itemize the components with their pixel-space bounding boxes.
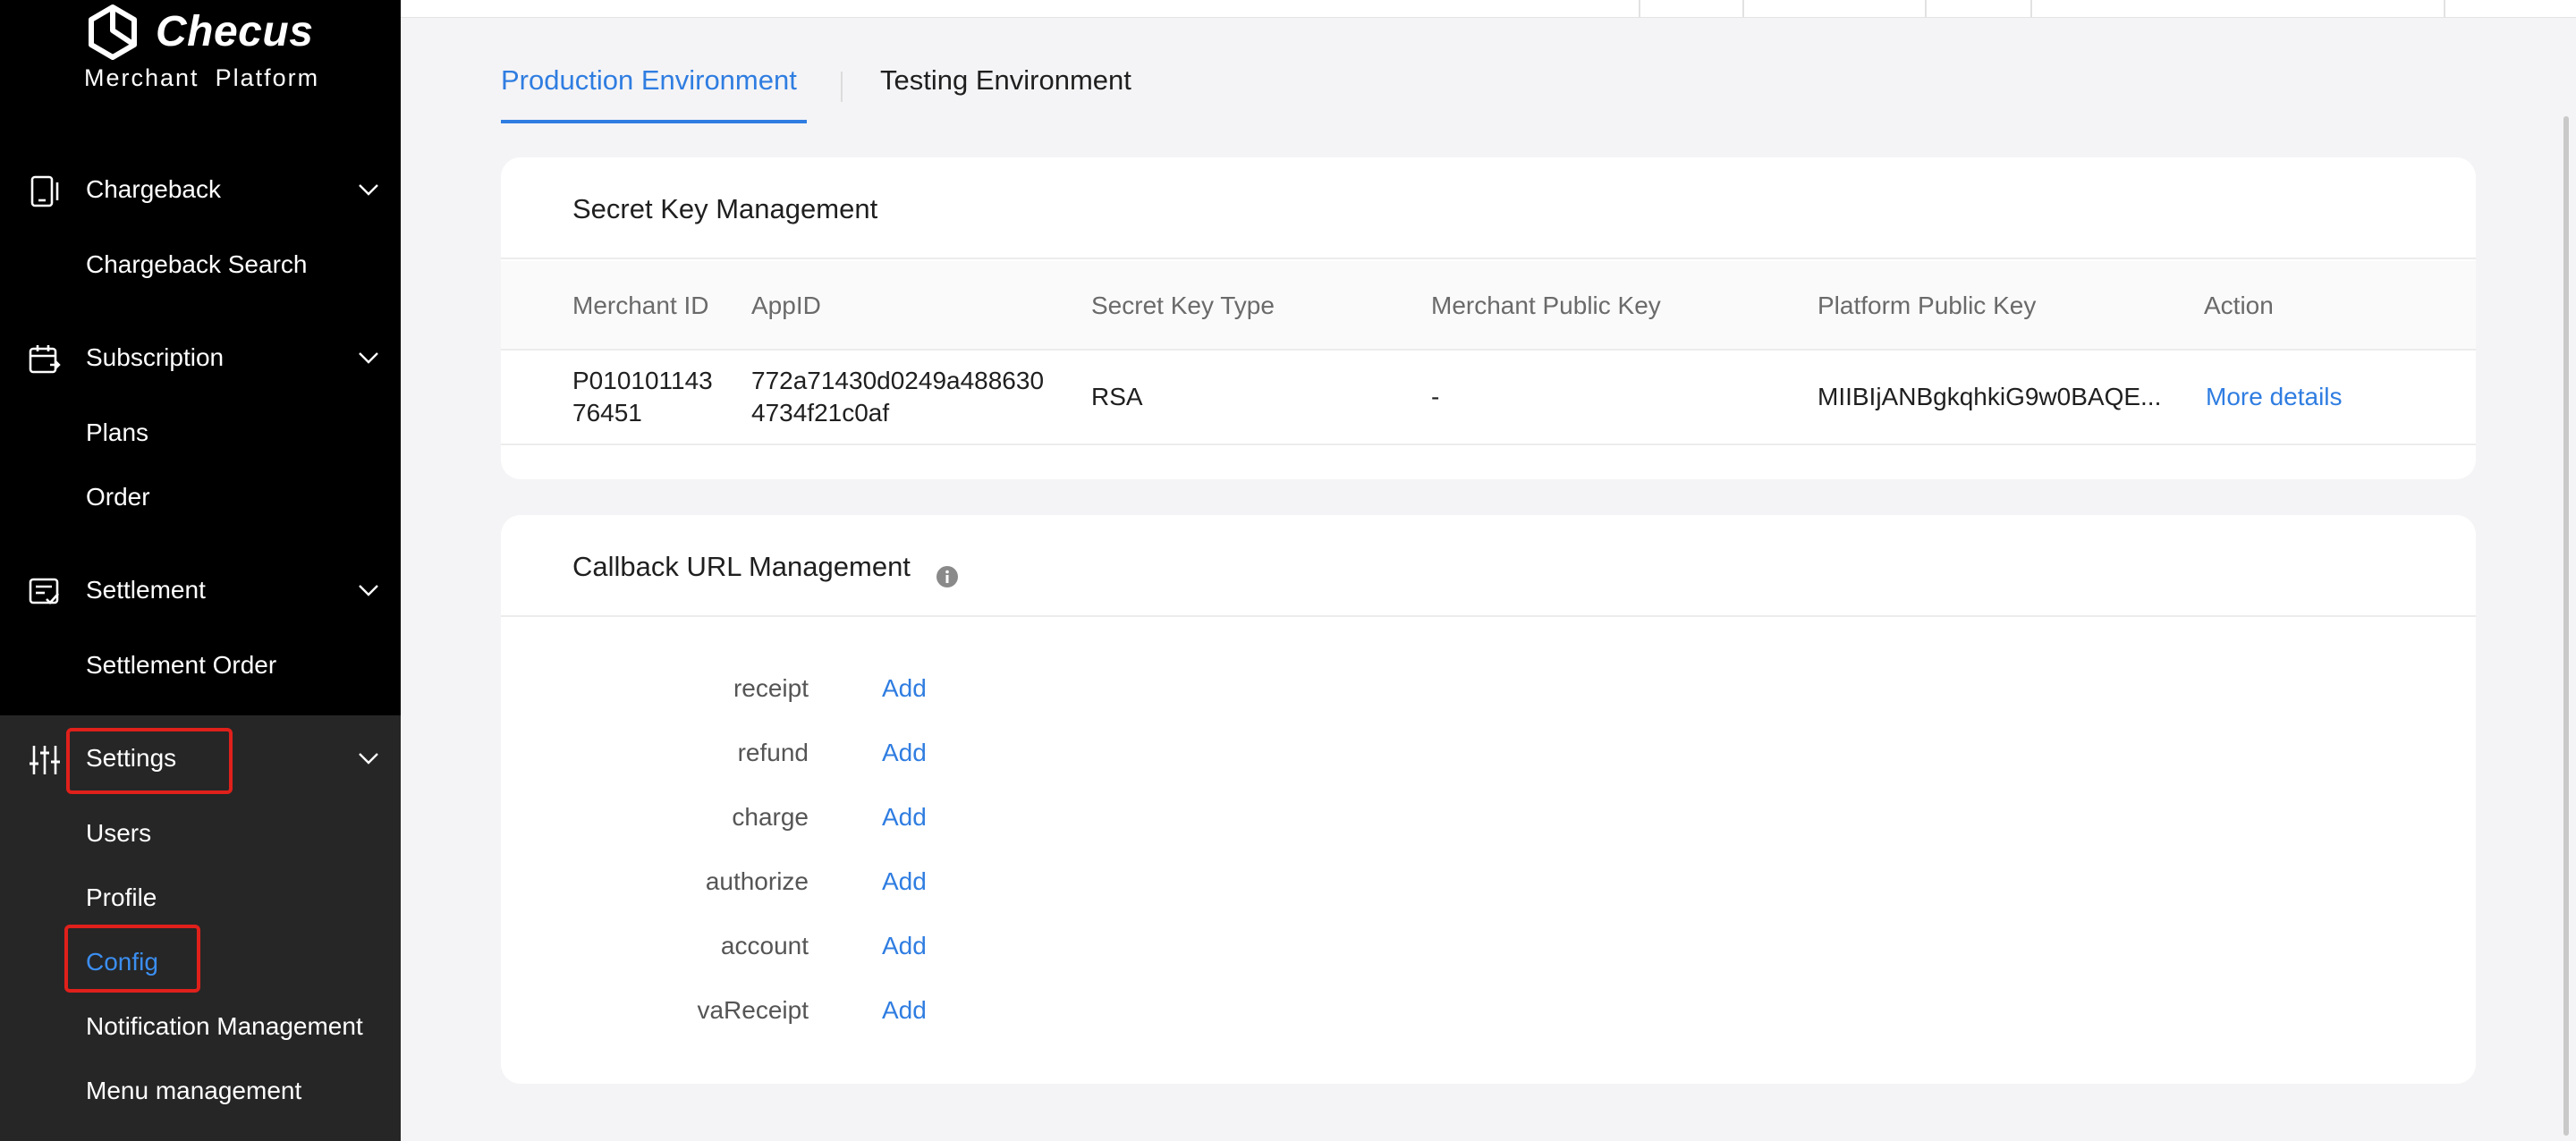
brand-name: Checus xyxy=(156,8,314,55)
callback-url-card: Callback URL Management receipt Add refu… xyxy=(501,515,2476,1084)
sidebar-item-notification-management[interactable]: Notification Management xyxy=(86,1012,363,1041)
secret-key-title: Secret Key Management xyxy=(572,193,878,224)
sidebar-group-subscription[interactable]: Subscription xyxy=(0,325,401,392)
info-icon[interactable] xyxy=(936,565,959,588)
column-header-platform-public-key: Platform Public Key xyxy=(1818,292,2037,319)
secret-key-table-header: Merchant ID AppID Secret Key Type Mercha… xyxy=(501,261,2476,351)
add-account-link[interactable]: Add xyxy=(882,932,927,960)
chevron-down-icon xyxy=(359,352,378,364)
topbar-divider xyxy=(1925,0,1927,18)
sidebar-item-profile[interactable]: Profile xyxy=(86,883,157,912)
add-vareceipt-link[interactable]: Add xyxy=(882,996,927,1025)
callback-label: receipt xyxy=(733,674,809,702)
add-authorize-link[interactable]: Add xyxy=(882,867,927,896)
sidebar-item-settlement-order[interactable]: Settlement Order xyxy=(86,651,276,680)
appid-cell: 772a71430d0249a488630 4734f21c0af xyxy=(751,365,1044,429)
callback-row-vareceipt: vaReceipt Add xyxy=(501,996,1038,1032)
merchant-id-cell: P010101143 76451 xyxy=(572,365,713,429)
sidebar-group-label: Settlement xyxy=(86,576,206,604)
table-row: P010101143 76451 772a71430d0249a488630 4… xyxy=(501,351,2476,445)
sidebar-item-plans[interactable]: Plans xyxy=(86,418,148,447)
column-header-appid: AppID xyxy=(751,292,821,319)
page-scrollbar[interactable] xyxy=(2563,116,2569,1136)
sidebar-item-chargeback-search[interactable]: Chargeback Search xyxy=(86,250,307,279)
callback-label: refund xyxy=(737,739,809,766)
callback-row-account: account Add xyxy=(501,932,1038,968)
brand-subtitle: Merchant Platform xyxy=(84,64,335,92)
platform-public-key-cell: MIIBIjANBgkqhkiG9w0BAQE... xyxy=(1818,383,2162,410)
active-tab-indicator xyxy=(501,120,807,123)
brand-subtitle-word-2: Platform xyxy=(215,64,320,91)
callback-row-charge: charge Add xyxy=(501,803,1038,839)
merchant-id-line-2: 76451 xyxy=(572,399,642,427)
sidebar: Checus Merchant Platform Chargeback Charg… xyxy=(0,0,401,1141)
appid-line-1: 772a71430d0249a488630 xyxy=(751,367,1045,394)
chevron-down-icon xyxy=(359,585,378,596)
add-refund-link[interactable]: Add xyxy=(882,739,927,767)
brand-subtitle-word-1: Merchant xyxy=(84,64,199,91)
sidebar-item-users[interactable]: Users xyxy=(86,819,151,848)
sidebar-group-settings[interactable]: Settings xyxy=(0,726,401,792)
merchant-id-line-1: P010101143 xyxy=(572,367,713,394)
column-header-merchant-id: Merchant ID xyxy=(572,292,709,319)
sidebar-group-label: Subscription xyxy=(86,343,225,371)
chevron-down-icon xyxy=(359,184,378,196)
callback-label: authorize xyxy=(705,867,809,895)
callback-row-authorize: authorize Add xyxy=(501,867,1038,903)
secret-key-card: Secret Key Management Merchant ID AppID … xyxy=(501,157,2476,479)
card-divider xyxy=(501,615,2476,617)
add-receipt-link[interactable]: Add xyxy=(882,674,927,703)
column-header-merchant-public-key: Merchant Public Key xyxy=(1431,292,1661,319)
brand-logo[interactable]: Checus Merchant Platform xyxy=(82,0,333,98)
tab-production-environment[interactable]: Production Environment xyxy=(501,64,797,97)
sidebar-group-chargeback[interactable]: Chargeback xyxy=(0,157,401,224)
add-charge-link[interactable]: Add xyxy=(882,803,927,832)
sidebar-group-settlement[interactable]: Settlement xyxy=(0,558,401,624)
topbar-divider xyxy=(1742,0,1744,18)
callback-label: account xyxy=(720,932,809,959)
sidebar-item-order[interactable]: Order xyxy=(86,483,150,511)
sidebar-item-config[interactable]: Config xyxy=(86,948,158,976)
checus-logo-icon xyxy=(89,4,137,60)
callback-title: Callback URL Management xyxy=(572,551,911,582)
topbar-divider xyxy=(1639,0,1640,18)
top-bar xyxy=(401,0,2576,18)
secret-key-type-cell: RSA xyxy=(1091,383,1143,410)
card-divider xyxy=(501,258,2476,259)
callback-label: charge xyxy=(732,803,809,831)
callback-row-receipt: receipt Add xyxy=(501,674,1038,710)
callback-row-refund: refund Add xyxy=(501,739,1038,774)
chevron-down-icon xyxy=(359,753,378,765)
topbar-divider xyxy=(2444,0,2445,18)
tab-divider xyxy=(841,72,843,102)
more-details-link[interactable]: More details xyxy=(2206,381,2343,413)
sidebar-item-menu-management[interactable]: Menu management xyxy=(86,1077,301,1105)
phone-card-icon xyxy=(30,175,59,207)
sliders-icon xyxy=(30,746,60,774)
sidebar-group-label: Settings xyxy=(86,744,177,772)
calendar-sync-icon xyxy=(29,345,61,374)
topbar-divider xyxy=(2030,0,2032,18)
tab-testing-environment[interactable]: Testing Environment xyxy=(880,64,1131,97)
checklist-icon xyxy=(29,578,59,604)
sidebar-group-label: Chargeback xyxy=(86,175,221,203)
appid-line-2: 4734f21c0af xyxy=(751,399,890,427)
merchant-public-key-cell: - xyxy=(1431,383,1440,410)
column-header-secret-key-type: Secret Key Type xyxy=(1091,292,1275,319)
callback-label: vaReceipt xyxy=(697,996,809,1024)
column-header-action: Action xyxy=(2204,292,2274,319)
